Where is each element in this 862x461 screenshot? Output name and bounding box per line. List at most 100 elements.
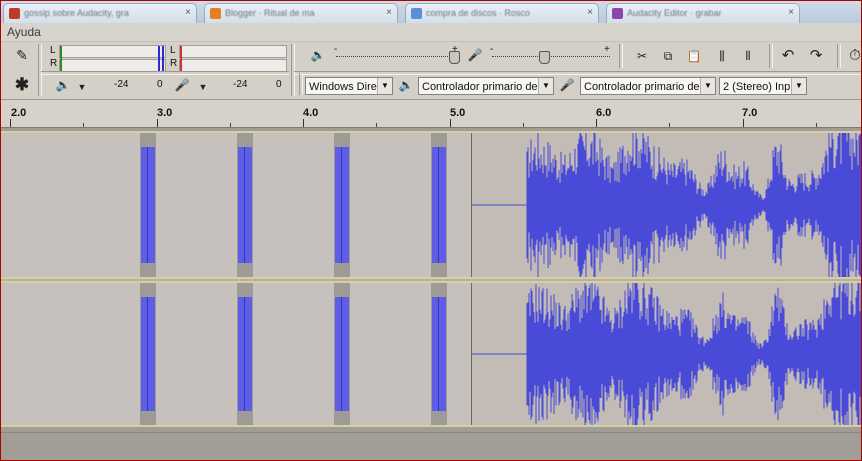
ruler-label: 2.0 <box>11 107 27 119</box>
recording-volume-track <box>492 56 610 58</box>
toolbar-separator <box>38 44 42 96</box>
trim-icon[interactable]: ⫼ <box>711 46 733 66</box>
playback-volume-track <box>336 56 458 58</box>
play-meter-left-label: L <box>170 45 176 56</box>
record-meter-peak <box>158 46 160 71</box>
cut-icon[interactable]: ✂ <box>631 46 653 66</box>
track-area <box>1 116 861 460</box>
audio-clip[interactable] <box>334 133 350 277</box>
record-meter-level <box>60 46 62 71</box>
microphone-icon: 🎤 <box>467 48 483 62</box>
ruler-label: 7.0 <box>742 107 758 119</box>
ruler-label: 5.0 <box>450 107 466 119</box>
slider-max-label: + <box>604 44 610 55</box>
meter-scale-label: -24 <box>114 79 129 90</box>
close-icon[interactable]: × <box>587 7 593 18</box>
record-meter-right-label: R <box>50 58 58 69</box>
play-meter-right-label: R <box>170 58 178 69</box>
audio-host-value: Windows Dire <box>309 81 377 93</box>
favicon-icon <box>210 8 221 19</box>
browser-tab-title: Audacity Editor · grabar <box>627 8 722 18</box>
clips-region <box>1 283 471 425</box>
meter-scale-label: 0 <box>276 79 282 90</box>
playback-device-select[interactable]: Controlador primario de ▼ <box>418 77 554 95</box>
record-meter-peak <box>162 46 164 71</box>
toolbar-area: ✎ ✱ L R L R 🔈 ▼ -24 0 🎤 ▼ -24 0 🔈 - + 🎤 … <box>1 42 861 100</box>
ruler-tick <box>156 119 158 127</box>
browser-tab[interactable]: gossip sobre Audacity, gra × <box>3 3 197 23</box>
ruler-tick <box>449 119 451 127</box>
copy-icon[interactable]: ⧉ <box>657 46 679 66</box>
ruler-tick <box>229 123 231 127</box>
close-icon[interactable]: × <box>788 7 794 18</box>
ruler-tick <box>596 119 597 127</box>
slider-min-label: - <box>490 44 494 55</box>
channels-select[interactable]: 2 (Stereo) Inp ▼ <box>719 77 807 95</box>
paste-icon[interactable]: 📋 <box>683 46 705 66</box>
speaker-icon: 🔈 <box>310 48 326 62</box>
undo-icon[interactable]: ↶ <box>777 46 799 66</box>
favicon-icon <box>411 8 422 19</box>
speaker-icon[interactable]: 🔈 <box>55 77 71 93</box>
toolbar-separator <box>299 73 303 95</box>
waveform <box>472 116 861 294</box>
draw-tool-icon[interactable]: ✎ <box>14 47 30 63</box>
multi-tool-icon[interactable]: ✱ <box>14 76 30 93</box>
meter-scale-label: 0 <box>157 79 163 90</box>
timeline-ruler[interactable]: 2.0 3.0 4.0 5.0 6.0 7.0 <box>1 100 861 128</box>
microphone-icon[interactable]: 🎤 <box>174 77 190 93</box>
audio-clip[interactable] <box>237 133 253 277</box>
audio-clip[interactable] <box>431 133 447 277</box>
ruler-tick <box>522 123 524 127</box>
audio-clip[interactable] <box>140 283 156 425</box>
audio-track-right[interactable] <box>1 266 861 442</box>
audio-clip[interactable] <box>237 283 253 425</box>
close-icon[interactable]: × <box>185 7 191 18</box>
chevron-down-icon: ▼ <box>538 78 553 94</box>
waveform-region[interactable] <box>471 266 861 442</box>
toolbar-separator <box>291 44 295 96</box>
channels-value: 2 (Stereo) Inp <box>723 81 791 93</box>
redo-icon[interactable]: ↷ <box>805 46 827 66</box>
browser-tab-title: compra de discos · Rosco <box>426 8 531 18</box>
chevron-down-icon: ▼ <box>377 78 392 94</box>
play-meter-left[interactable] <box>179 45 287 58</box>
toolbar-separator <box>619 44 623 68</box>
chevron-down-icon: ▼ <box>791 78 806 94</box>
browser-tab[interactable]: compra de discos · Rosco × <box>405 3 599 23</box>
empty-track-area[interactable] <box>1 432 861 460</box>
ruler-tick <box>10 119 11 127</box>
menu-help[interactable]: Ayuda <box>7 25 41 39</box>
recording-volume-slider[interactable] <box>539 51 550 64</box>
toolbar-separator <box>41 71 289 75</box>
meter-scale-label: -24 <box>233 79 248 90</box>
waveform-region[interactable] <box>471 116 861 294</box>
ruler-tick <box>669 123 671 127</box>
audio-clip[interactable] <box>334 283 350 425</box>
waveform <box>472 266 861 442</box>
ruler-tick <box>815 123 817 127</box>
ruler-tick <box>376 123 378 127</box>
browser-tab[interactable]: Audacity Editor · grabar × <box>606 3 800 23</box>
audio-track-left[interactable] <box>1 116 861 294</box>
recording-device-select[interactable]: Controlador primario de ▼ <box>580 77 716 95</box>
close-icon[interactable]: × <box>386 7 392 18</box>
chevron-down-icon[interactable]: ▼ <box>196 79 210 95</box>
ruler-tick <box>83 123 85 127</box>
record-meter-left[interactable] <box>59 45 166 58</box>
chevron-down-icon[interactable]: ▼ <box>75 79 89 95</box>
playback-volume-slider[interactable] <box>449 51 460 64</box>
audio-clip[interactable] <box>140 133 156 277</box>
toolbar-separator <box>294 71 861 75</box>
browser-tab[interactable]: Blogger · Ritual de ma × <box>204 3 398 23</box>
speaker-icon: 🔈 <box>398 78 414 92</box>
audio-clip[interactable] <box>431 283 447 425</box>
silence-icon[interactable]: ⫴ <box>737 46 759 66</box>
zoom-icon[interactable]: ⏱ <box>844 46 861 66</box>
browser-tab-title: Blogger · Ritual de ma <box>225 8 315 18</box>
ruler-label: 6.0 <box>596 107 612 119</box>
play-meter-level <box>180 46 182 71</box>
toolbar-separator <box>769 44 773 68</box>
playback-device-value: Controlador primario de <box>422 81 538 93</box>
audio-host-select[interactable]: Windows Dire ▼ <box>305 77 393 95</box>
